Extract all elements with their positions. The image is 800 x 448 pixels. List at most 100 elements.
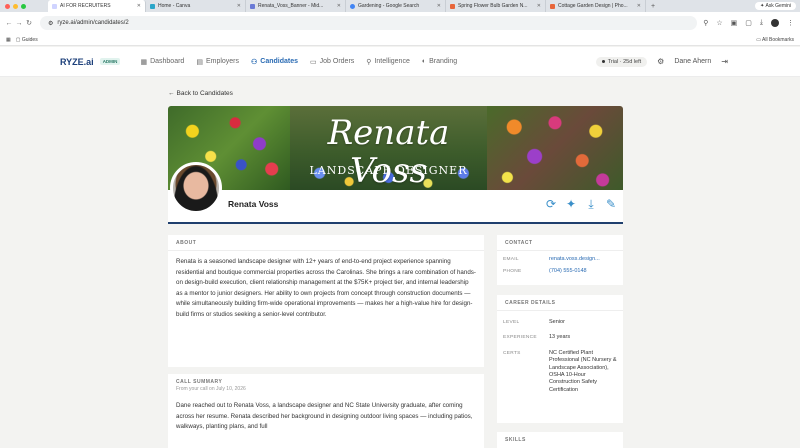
forward-arrow-icon[interactable]: → bbox=[14, 20, 24, 27]
browser-tab[interactable]: AI FOR RECRUITERS ✕ bbox=[48, 0, 146, 12]
trial-text: Trial · 25d left bbox=[607, 58, 642, 65]
browser-tab[interactable]: Cottage Garden Design | Pho... ✕ bbox=[546, 0, 646, 12]
sidebar-icon[interactable]: ▢ bbox=[745, 19, 752, 27]
site-info-icon[interactable]: ⚙ bbox=[48, 20, 53, 27]
admin-badge: ADMIN bbox=[99, 58, 121, 65]
dashboard-icon: ▦ bbox=[140, 58, 148, 66]
certs-value: NC Certified Plant Professional (NC Nurs… bbox=[549, 349, 617, 393]
menu-icon[interactable]: ⋮ bbox=[787, 19, 794, 27]
email-link[interactable]: renata.voss.design... bbox=[549, 256, 617, 263]
call-summary-text: Dane reached out to Renata Voss, a lands… bbox=[176, 402, 473, 431]
bookmarks-bar: ▦ ▢ Guides ▭ All Bookmarks bbox=[0, 34, 800, 46]
browser-tab[interactable]: Home - Canva ✕ bbox=[146, 0, 246, 12]
bookmark-star-icon[interactable]: ☆ bbox=[716, 19, 722, 27]
browser-tab[interactable]: Spring Flower Bulb Garden N... ✕ bbox=[446, 0, 546, 12]
browser-tab[interactable]: Renata_Voss_Banner - Mid... ✕ bbox=[246, 0, 346, 12]
branding-icon: ◐ bbox=[421, 58, 427, 65]
new-tab-button[interactable]: + bbox=[646, 3, 660, 10]
skills-title: SKILLS bbox=[505, 437, 526, 443]
close-tab-icon[interactable]: ✕ bbox=[137, 3, 141, 9]
nav-label: Job Orders bbox=[319, 58, 355, 65]
back-arrow-icon[interactable]: ← bbox=[4, 20, 14, 27]
zoom-icon[interactable]: ⚲ bbox=[703, 19, 708, 27]
tab-favicon-icon bbox=[150, 3, 155, 9]
about-text: Renata is a seasoned landscape designer … bbox=[176, 258, 476, 318]
nav-candidates[interactable]: ⚇ Candidates bbox=[251, 58, 298, 66]
guides-label: Guides bbox=[21, 36, 38, 43]
email-row: EMAIL renata.voss.design... bbox=[497, 256, 623, 263]
employers-icon: ▤ bbox=[196, 58, 203, 66]
back-to-candidates-link[interactable]: ← Back to Candidates bbox=[168, 90, 233, 97]
close-tab-icon[interactable]: ✕ bbox=[237, 3, 241, 9]
level-label: LEVEL bbox=[503, 320, 520, 325]
banner-flowers-right bbox=[487, 106, 623, 190]
all-bookmarks-label: All Bookmarks bbox=[762, 36, 794, 43]
nav-employers[interactable]: ▤ Employers bbox=[196, 58, 239, 66]
experience-value: 13 years bbox=[549, 334, 571, 341]
refresh-icon[interactable]: ⟳ bbox=[543, 196, 559, 212]
extensions-icon[interactable]: ▣ bbox=[731, 19, 738, 27]
all-bookmarks[interactable]: ▭ All Bookmarks bbox=[756, 37, 794, 43]
browser-tab[interactable]: Gardening - Google Search ✕ bbox=[346, 0, 446, 12]
profile-banner: Renata Voss LANDSCAPE DESIGNER bbox=[168, 106, 623, 190]
app-logo[interactable]: RYZE.ai bbox=[60, 57, 94, 67]
tab-favicon-icon bbox=[550, 3, 555, 9]
trial-dot-icon bbox=[601, 60, 605, 63]
close-tab-icon[interactable]: ✕ bbox=[337, 3, 341, 9]
close-window-icon[interactable] bbox=[5, 3, 10, 9]
profile-avatar[interactable] bbox=[771, 19, 779, 27]
apps-grid-icon[interactable]: ▦ bbox=[6, 37, 11, 43]
candidate-name: Renata Voss bbox=[228, 199, 279, 209]
contact-title: CONTACT bbox=[497, 235, 623, 251]
nav-label: Candidates bbox=[260, 58, 299, 65]
nav-dashboard[interactable]: ▦ Dashboard bbox=[140, 58, 184, 66]
contact-card: CONTACT EMAIL renata.voss.design... PHON… bbox=[497, 235, 623, 285]
job-orders-icon: ▭ bbox=[310, 58, 317, 66]
maximize-window-icon[interactable] bbox=[21, 3, 26, 9]
download-icon[interactable]: ⤓ bbox=[760, 19, 763, 27]
settings-gear-icon[interactable]: ⚙ bbox=[657, 57, 664, 66]
back-arrow-icon: ← bbox=[168, 90, 175, 97]
nav-label: Dashboard bbox=[150, 58, 185, 65]
close-tab-icon[interactable]: ✕ bbox=[437, 3, 441, 9]
tab-title: Renata_Voss_Banner - Mid... bbox=[258, 3, 324, 9]
app-header: RYZE.ai ADMIN ▦ Dashboard ▤ Employers ⚇ Can… bbox=[0, 47, 800, 77]
about-title: ABOUT bbox=[168, 235, 484, 251]
level-row: LEVEL Senior bbox=[497, 319, 623, 326]
nav-job-orders[interactable]: ▭ Job Orders bbox=[310, 58, 354, 66]
banner-title: Renata Voss bbox=[327, 113, 450, 190]
close-tab-icon[interactable]: ✕ bbox=[637, 3, 641, 9]
phone-row: PHONE (704) 555-0148 bbox=[497, 268, 623, 275]
nav-label: Employers bbox=[205, 58, 240, 65]
nav-intelligence[interactable]: ⚲ Intelligence bbox=[366, 58, 410, 66]
trial-badge: Trial · 25d left bbox=[595, 56, 648, 67]
phone-link[interactable]: (704) 555-0148 bbox=[549, 268, 617, 275]
browser-tab-bar: AI FOR RECRUITERS ✕ Home - Canva ✕ Renat… bbox=[0, 0, 800, 12]
close-tab-icon[interactable]: ✕ bbox=[537, 3, 541, 9]
about-card: ABOUT Renata is a seasoned landscape des… bbox=[168, 235, 484, 367]
ask-gemini-button[interactable]: ✦ Ask Gemini bbox=[755, 2, 796, 10]
certs-label: CERTS bbox=[503, 350, 521, 356]
email-label: EMAIL bbox=[503, 257, 519, 262]
tab-title: Cottage Garden Design | Pho... bbox=[558, 3, 628, 9]
skills-card: SKILLS bbox=[497, 432, 623, 448]
reload-icon[interactable]: ↻ bbox=[24, 19, 34, 27]
logout-icon[interactable]: ⇥ bbox=[721, 57, 728, 66]
nav-label: Intelligence bbox=[374, 58, 410, 65]
sparkle-ai-icon[interactable]: ✦ bbox=[563, 196, 579, 212]
user-name[interactable]: Dane Ahern bbox=[674, 58, 711, 65]
tab-title: Home - Canva bbox=[158, 3, 191, 9]
edit-icon[interactable]: ✎ bbox=[603, 196, 619, 212]
tab-title: Spring Flower Bulb Garden N... bbox=[458, 3, 528, 9]
call-summary-title: CALL SUMMARY bbox=[176, 379, 223, 385]
tab-favicon-icon bbox=[250, 3, 255, 9]
url-field[interactable]: ⚙ ryze.ai/admin/candidates/2 bbox=[40, 16, 698, 30]
guides-bookmark[interactable]: ▢ Guides bbox=[16, 37, 38, 43]
profile-actions: ⟳ ✦ ⤓ ✎ bbox=[543, 196, 619, 212]
nav-branding[interactable]: ◐ Branding bbox=[422, 58, 457, 66]
minimize-window-icon[interactable] bbox=[13, 3, 18, 9]
tab-favicon-icon bbox=[450, 3, 455, 9]
tab-title: AI FOR RECRUITERS bbox=[60, 3, 111, 9]
download-icon[interactable]: ⤓ bbox=[583, 196, 599, 212]
main-nav: ▦ Dashboard ▤ Employers ⚇ Candidates ▭ Job O… bbox=[140, 58, 457, 66]
